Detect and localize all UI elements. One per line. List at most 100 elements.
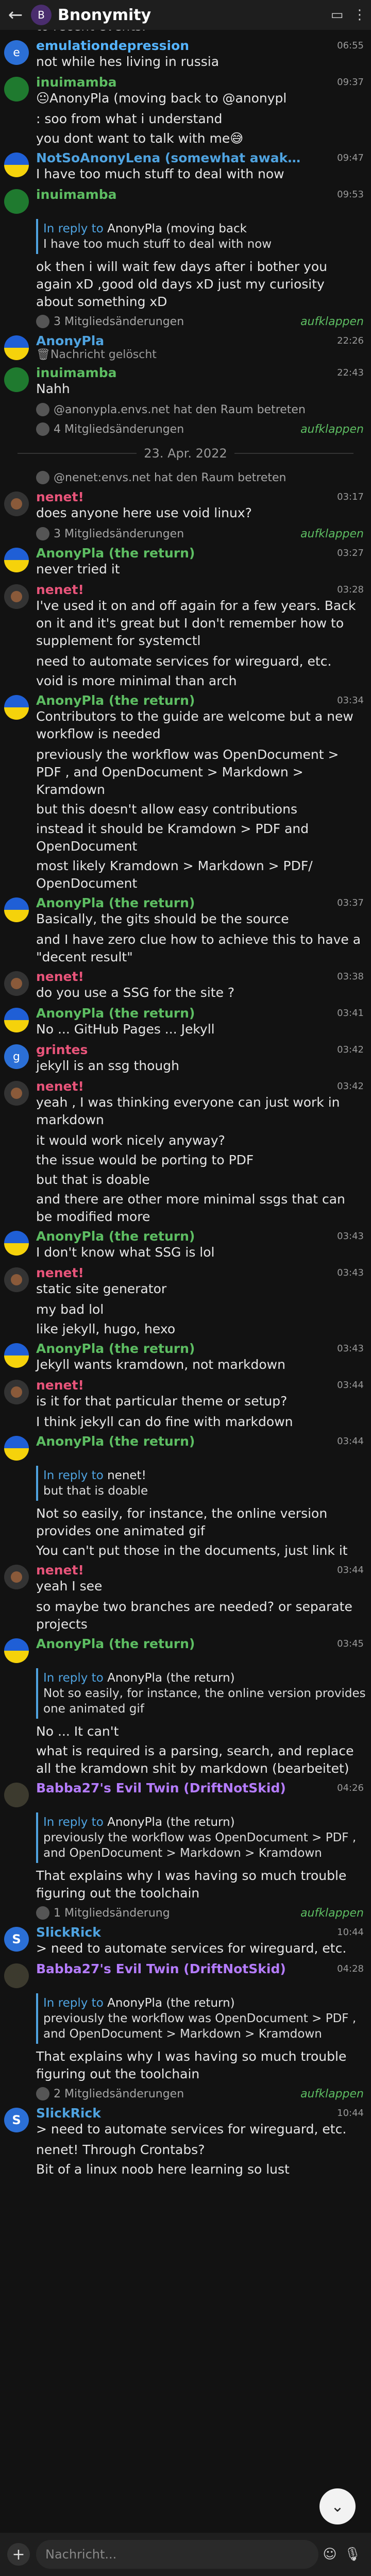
- back-arrow-icon[interactable]: ←: [0, 5, 31, 25]
- message-timeline[interactable]: to recent events.eemulationdepressionnot…: [0, 0, 371, 2236]
- message[interactable]: nenet! yeah , I was thinking everyone can…: [0, 1077, 371, 1131]
- sender-avatar[interactable]: [4, 335, 29, 360]
- message-continuation[interactable]: void is more minimal than arch: [0, 671, 371, 691]
- message-continuation[interactable]: previously the workflow was OpenDocument…: [0, 745, 371, 800]
- sender-name[interactable]: SlickRick: [36, 1925, 364, 1940]
- message[interactable]: AnonyPla (the return) never tried it 03:27: [0, 544, 371, 580]
- message-continuation[interactable]: instead it should be Kramdown > PDF and …: [0, 819, 371, 856]
- expand-link[interactable]: aufklappen: [300, 1907, 364, 1920]
- sender-name[interactable]: nenet!: [36, 1563, 364, 1578]
- reply-sender[interactable]: nenet!: [107, 1469, 146, 1482]
- message-continuation[interactable]: but that is doable: [0, 1170, 371, 1190]
- reply-label[interactable]: In reply to: [43, 1469, 107, 1482]
- sender-name[interactable]: nenet!: [36, 1265, 364, 1280]
- message-continuation[interactable]: the issue would be porting to PDF: [0, 1150, 371, 1170]
- message[interactable]: e emulationdepression not while hes living…: [0, 36, 371, 73]
- message-continuation[interactable]: most likely Kramdown > Markdown > PDF/ O…: [0, 856, 371, 893]
- attach-plus-button[interactable]: +: [7, 2543, 30, 2566]
- message[interactable]: S SlickRick > need to automate services fo…: [0, 1923, 371, 1959]
- sender-avatar[interactable]: [4, 189, 29, 214]
- sender-avatar[interactable]: [4, 1565, 29, 1589]
- message[interactable]: nenet! do you use a SSG for the site ? 03:…: [0, 967, 371, 1004]
- sender-avatar[interactable]: [4, 897, 29, 922]
- sender-name[interactable]: nenet!: [36, 1378, 364, 1393]
- reply-label[interactable]: In reply to: [43, 222, 107, 235]
- sender-avatar[interactable]: [4, 1638, 29, 1663]
- sender-name[interactable]: inuimamba: [36, 187, 364, 202]
- sender-name[interactable]: AnonyPla: [36, 333, 364, 348]
- sender-avatar[interactable]: [4, 1231, 29, 1256]
- room-title[interactable]: Bnonymity: [58, 6, 326, 24]
- message[interactable]: AnonyPla (the return) Jekyll wants kramdo…: [0, 1339, 371, 1376]
- message[interactable]: inuimamba Nahh 22:43: [0, 363, 371, 400]
- emoji-icon[interactable]: ☺: [318, 2547, 341, 2562]
- video-call-icon[interactable]: ▭: [326, 7, 348, 23]
- sender-name[interactable]: nenet!: [36, 1079, 364, 1094]
- message[interactable]: AnonyPla (the return) Basically, the gits…: [0, 893, 371, 930]
- sender-avatar[interactable]: [4, 1963, 29, 1988]
- message[interactable]: AnonyPla 🗑 Nachricht gelöscht 22:26: [0, 331, 371, 363]
- message-continuation[interactable]: it would work nicely anyway?: [0, 1131, 371, 1150]
- sender-name[interactable]: AnonyPla (the return): [36, 1006, 364, 1021]
- sender-avatar[interactable]: [4, 584, 29, 609]
- message[interactable]: AnonyPla (the return) 03:45: [0, 1634, 371, 1665]
- reply-label[interactable]: In reply to: [43, 1996, 107, 2010]
- sender-name[interactable]: inuimamba: [36, 75, 364, 90]
- sender-avatar[interactable]: e: [4, 40, 29, 65]
- message[interactable]: inuimamba 09:53: [0, 185, 371, 216]
- room-avatar[interactable]: B: [31, 5, 52, 25]
- sender-name[interactable]: AnonyPla (the return): [36, 693, 364, 708]
- sender-name[interactable]: AnonyPla (the return): [36, 1434, 364, 1449]
- message-continuation[interactable]: and I have zero clue how to achieve this…: [0, 930, 371, 967]
- sender-name[interactable]: emulationdepression: [36, 38, 364, 53]
- sender-name[interactable]: nenet!: [36, 489, 364, 504]
- reply-sender[interactable]: AnonyPla (moving back: [107, 222, 247, 235]
- sender-name[interactable]: Babba27's Evil Twin (DriftNotSkid): [36, 1781, 364, 1795]
- message-continuation[interactable]: but this doesn't allow easy contribution…: [0, 800, 371, 819]
- sender-name[interactable]: AnonyPla (the return): [36, 1341, 364, 1356]
- expand-link[interactable]: aufklappen: [300, 2088, 364, 2100]
- sender-avatar[interactable]: [4, 548, 29, 572]
- sender-avatar[interactable]: [4, 1380, 29, 1404]
- reply-quote[interactable]: In reply to AnonyPla (the return) Not so …: [36, 1668, 371, 1719]
- sender-avatar[interactable]: [4, 1783, 29, 1807]
- sender-avatar[interactable]: [4, 1436, 29, 1461]
- expand-link[interactable]: aufklappen: [300, 528, 364, 540]
- sender-name[interactable]: nenet!: [36, 582, 364, 597]
- message-continuation[interactable]: my bad lol: [0, 1300, 371, 1319]
- sender-avatar[interactable]: [4, 77, 29, 101]
- sender-name[interactable]: AnonyPla (the return): [36, 895, 364, 910]
- message[interactable]: AnonyPla (the return) I don't know what S…: [0, 1227, 371, 1263]
- sender-name[interactable]: inuimamba: [36, 365, 364, 380]
- message-input[interactable]: Nachricht...: [36, 2540, 318, 2569]
- message[interactable]: Babba27's Evil Twin (DriftNotSkid) 04:28: [0, 1959, 371, 1990]
- sender-name[interactable]: NotSoAnonyLena (somewhat awak…: [36, 150, 364, 165]
- message[interactable]: nenet! does anyone here use void linux? 03…: [0, 487, 371, 524]
- jump-to-bottom-button[interactable]: ⌄: [319, 2488, 356, 2524]
- sender-name[interactable]: Babba27's Evil Twin (DriftNotSkid): [36, 1961, 364, 1976]
- reply-quote[interactable]: In reply to AnonyPla (moving back I have …: [36, 219, 371, 254]
- sender-name[interactable]: nenet!: [36, 969, 364, 984]
- message[interactable]: inuimamba 😐AnonyPla (moving back to @anon…: [0, 73, 371, 109]
- message-continuation[interactable]: so maybe two branches are needed? or sep…: [0, 1597, 371, 1634]
- sender-avatar[interactable]: [4, 1267, 29, 1292]
- message[interactable]: Babba27's Evil Twin (DriftNotSkid) 04:26: [0, 1778, 371, 1809]
- message-continuation[interactable]: I think jekyll can do fine with markdown: [0, 1412, 371, 1432]
- sender-avatar[interactable]: [4, 695, 29, 720]
- sender-avatar[interactable]: [4, 492, 29, 516]
- reply-sender[interactable]: AnonyPla (the return): [107, 1996, 235, 2010]
- microphone-icon[interactable]: 🎙: [341, 2547, 364, 2562]
- sender-avatar[interactable]: [4, 971, 29, 996]
- message[interactable]: S SlickRick > need to automate services fo…: [0, 2104, 371, 2140]
- message-continuation[interactable]: need to automate services for wireguard,…: [0, 652, 371, 671]
- sender-avatar[interactable]: S: [4, 2108, 29, 2132]
- message[interactable]: nenet! yeah I see 03:44: [0, 1561, 371, 1597]
- reply-label[interactable]: In reply to: [43, 1671, 107, 1685]
- message[interactable]: g grintes jekyll is an ssg though 03:42: [0, 1040, 371, 1077]
- expand-link[interactable]: aufklappen: [300, 423, 364, 436]
- reply-quote[interactable]: In reply to nenet! but that is doable: [36, 1466, 371, 1501]
- sender-name[interactable]: AnonyPla (the return): [36, 546, 364, 561]
- message[interactable]: nenet! static site generator 03:43: [0, 1263, 371, 1300]
- sender-name[interactable]: AnonyPla (the return): [36, 1229, 364, 1244]
- sender-avatar[interactable]: S: [4, 1927, 29, 1952]
